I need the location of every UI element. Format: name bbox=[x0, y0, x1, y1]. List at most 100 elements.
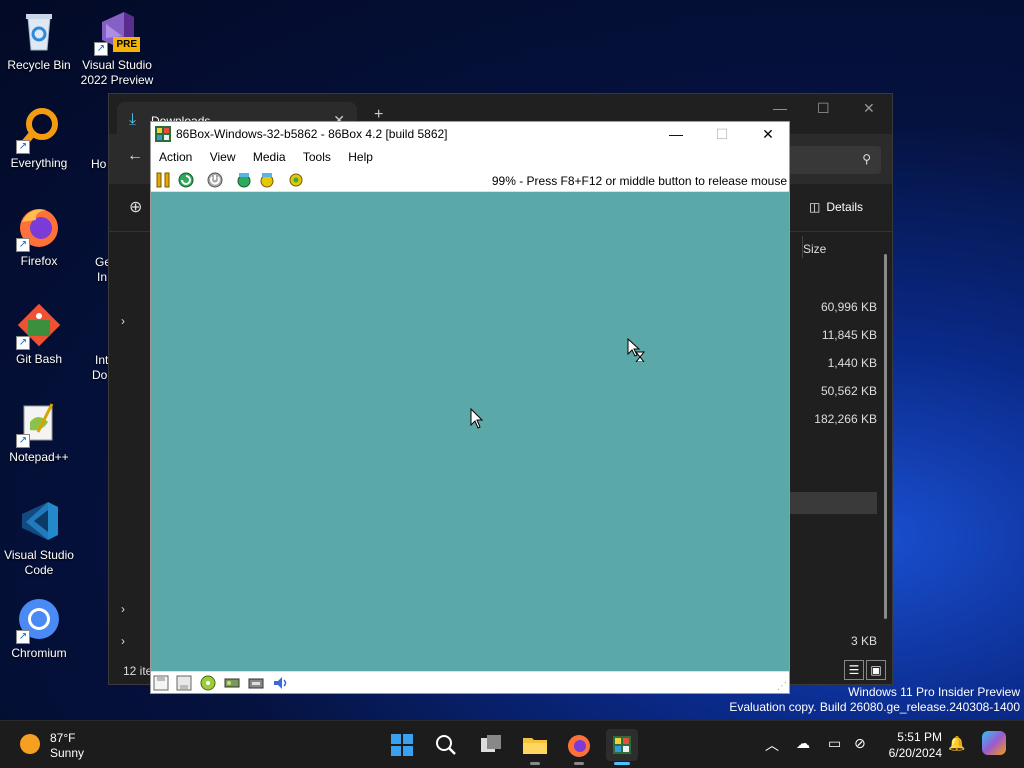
system-clock[interactable]: 5:51 PM 6/20/2024 bbox=[880, 729, 942, 761]
column-header-size[interactable]: Size bbox=[803, 242, 826, 256]
file-size-cell: 3 KB bbox=[850, 634, 877, 648]
floppy-drive-2-icon[interactable] bbox=[176, 675, 192, 691]
notepadpp-icon: ↗ bbox=[16, 400, 62, 448]
desktop-icon-label: Git Bash bbox=[15, 352, 63, 366]
maximize-icon[interactable]: ☐ bbox=[817, 100, 830, 117]
active-indicator bbox=[614, 762, 630, 765]
show-hidden-icons-chevron-icon[interactable]: ︿ bbox=[765, 735, 779, 755]
minimize-icon[interactable]: — bbox=[773, 100, 787, 116]
file-size-cell: 50,562 KB bbox=[820, 384, 877, 398]
chromium-icon: ↗ bbox=[16, 596, 62, 644]
shortcut-arrow-icon: ↗ bbox=[16, 336, 30, 350]
menu-help[interactable]: Help bbox=[348, 146, 373, 168]
details-view-icon[interactable]: ☰ bbox=[844, 660, 864, 680]
start-button[interactable] bbox=[386, 729, 418, 761]
onedrive-offline-icon[interactable]: ☁ bbox=[796, 735, 810, 752]
new-item-icon[interactable]: ⊕ bbox=[129, 197, 142, 217]
86box-status-message: 99% - Press F8+F12 or middle button to r… bbox=[491, 174, 787, 188]
desktop-icon-label: Chromium bbox=[11, 646, 67, 660]
vertical-scrollbar[interactable] bbox=[884, 254, 887, 619]
chevron-right-icon[interactable]: › bbox=[121, 634, 125, 648]
86box-window-title: 86Box-Windows-32-b5862 - 86Box 4.2 [buil… bbox=[176, 127, 448, 141]
taskbar-86box[interactable] bbox=[606, 729, 638, 765]
notification-bell-icon[interactable]: 🔔 bbox=[948, 735, 965, 752]
close-icon[interactable]: ✕ bbox=[745, 123, 791, 145]
file-size-cell: 182,266 KB bbox=[814, 412, 877, 426]
desktop-icon-chromium[interactable]: ↗ Chromium bbox=[0, 596, 78, 661]
desktop-icon-label: Visual Studio 2022 Preview bbox=[80, 58, 154, 87]
file-size-cell: 11,845 KB bbox=[821, 328, 877, 342]
taskbar-search-button[interactable] bbox=[430, 729, 462, 761]
weather-desc: Sunny bbox=[50, 746, 85, 760]
desktop-icon-firefox[interactable]: ↗ Firefox bbox=[0, 204, 78, 269]
emulator-display[interactable] bbox=[151, 192, 789, 673]
weather-temp: 87°F bbox=[50, 731, 76, 745]
minimize-icon[interactable]: — bbox=[653, 123, 699, 145]
taskbar-file-explorer[interactable] bbox=[519, 729, 551, 765]
reset-icon[interactable] bbox=[178, 172, 194, 188]
file-size-cell: 60,996 KB bbox=[820, 300, 877, 314]
weather-widget[interactable]: 87°F Sunny bbox=[20, 731, 84, 761]
details-pane-button[interactable]: ◫ Details bbox=[809, 200, 863, 214]
desktop-icon-label: Firefox bbox=[20, 254, 58, 268]
sound-icon[interactable] bbox=[272, 675, 288, 691]
busy-cursor-icon bbox=[627, 338, 646, 362]
firefox-icon bbox=[568, 735, 590, 757]
chevron-right-icon[interactable]: › bbox=[121, 602, 125, 616]
pre-badge: PRE bbox=[113, 37, 140, 52]
watermark-line-2: Evaluation copy. Build 26080.ge_release.… bbox=[729, 700, 1020, 714]
settings-gear-icon[interactable] bbox=[288, 172, 304, 188]
desktop-icon-vscode[interactable]: Visual Studio Code bbox=[0, 498, 78, 578]
explorer-status-item-count: 12 ite bbox=[123, 664, 153, 678]
search-icon bbox=[436, 735, 456, 755]
desktop-icon-visual-studio[interactable]: PRE ↗ Visual Studio 2022 Preview bbox=[78, 8, 156, 88]
clock-time: 5:51 PM bbox=[897, 730, 942, 744]
cdrom-icon[interactable] bbox=[200, 675, 216, 691]
visual-studio-icon: PRE ↗ bbox=[94, 8, 140, 56]
menu-media[interactable]: Media bbox=[253, 146, 286, 168]
shortcut-arrow-icon: ↗ bbox=[94, 42, 108, 56]
86box-titlebar[interactable]: 86Box-Windows-32-b5862 - 86Box 4.2 [buil… bbox=[151, 122, 789, 146]
hard-disk-icon[interactable] bbox=[224, 675, 240, 691]
ctrl-alt-del-icon[interactable] bbox=[236, 172, 252, 188]
sun-icon bbox=[20, 734, 40, 754]
86box-window[interactable]: 86Box-Windows-32-b5862 - 86Box 4.2 [buil… bbox=[150, 121, 790, 694]
back-arrow-icon[interactable]: ← bbox=[127, 147, 143, 165]
partial-desktop-label: In bbox=[97, 270, 108, 284]
file-size-cell: 1,440 KB bbox=[827, 356, 877, 370]
desktop-icon-everything[interactable]: ↗ Everything bbox=[0, 106, 78, 171]
partial-desktop-label: Do bbox=[92, 368, 108, 382]
download-icon: ⤓ bbox=[129, 111, 137, 128]
taskbar: 87°F Sunny ︿ ☁ ▭ ⊘ 5:51 PM 6/20/2024 🔔 bbox=[0, 720, 1024, 768]
menu-view[interactable]: View bbox=[210, 146, 236, 168]
task-view-button[interactable] bbox=[475, 729, 507, 761]
desktop-icon-label: Recycle Bin bbox=[7, 58, 71, 72]
desktop-icon-recycle-bin[interactable]: Recycle Bin bbox=[0, 8, 78, 73]
copilot-icon[interactable] bbox=[982, 731, 1006, 755]
chevron-right-icon[interactable]: › bbox=[121, 314, 125, 328]
search-icon: ⚲ bbox=[862, 152, 871, 166]
windows-evaluation-watermark: Windows 11 Pro Insider Preview Evaluatio… bbox=[729, 685, 1020, 715]
power-icon[interactable] bbox=[207, 172, 223, 188]
86box-statusbar: ⋰ bbox=[151, 671, 789, 693]
display-icon[interactable]: ▭ bbox=[828, 735, 841, 752]
network-icon[interactable] bbox=[248, 675, 264, 691]
floppy-drive-icon[interactable] bbox=[153, 675, 169, 691]
tiles-view-icon[interactable]: ▣ bbox=[866, 660, 886, 680]
taskbar-firefox[interactable] bbox=[563, 729, 595, 765]
windows-logo-icon bbox=[391, 734, 413, 756]
git-bash-icon: ↗ bbox=[16, 302, 62, 350]
desktop-icon-git-bash[interactable]: ↗ Git Bash bbox=[0, 302, 78, 367]
ctrl-alt-esc-icon[interactable] bbox=[259, 172, 275, 188]
running-indicator bbox=[574, 762, 584, 765]
view-toggle: ☰ ▣ bbox=[842, 660, 886, 680]
selected-row-highlight bbox=[789, 492, 877, 514]
pause-icon[interactable] bbox=[155, 172, 171, 188]
close-icon[interactable]: ✕ bbox=[863, 100, 875, 117]
menu-tools[interactable]: Tools bbox=[303, 146, 331, 168]
everything-search-icon: ↗ bbox=[16, 106, 62, 154]
maximize-icon[interactable]: ☐ bbox=[699, 123, 745, 145]
menu-action[interactable]: Action bbox=[159, 146, 192, 168]
desktop-icon-notepadpp[interactable]: ↗ Notepad++ bbox=[0, 400, 78, 465]
network-status-icon[interactable]: ⊘ bbox=[854, 735, 866, 752]
